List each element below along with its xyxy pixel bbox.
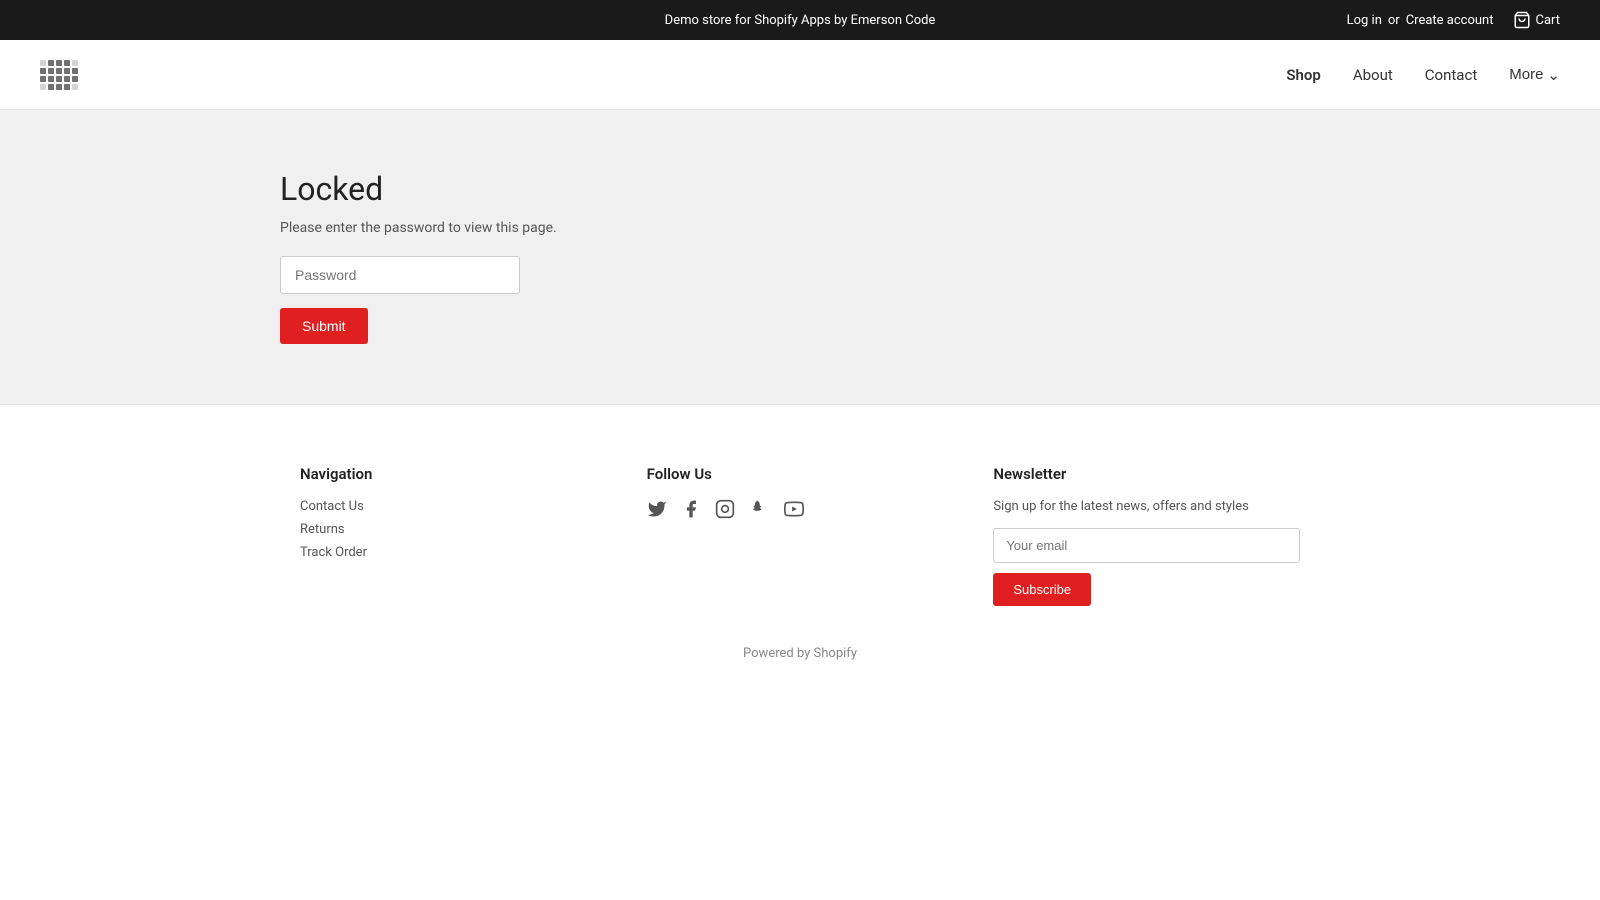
- main-nav: Shop About Contact More ⌄: [1286, 66, 1560, 84]
- youtube-social-link[interactable]: [783, 499, 805, 519]
- footer-bottom: Powered by Shopify: [40, 646, 1560, 661]
- chevron-down-icon: ⌄: [1547, 66, 1560, 84]
- footer-navigation: Navigation Contact Us Returns Track Orde…: [300, 465, 607, 606]
- password-input[interactable]: [280, 256, 520, 294]
- header: Shop About Contact More ⌄: [0, 40, 1600, 110]
- youtube-icon: [783, 499, 805, 519]
- main-content: Locked Please enter the password to view…: [0, 110, 1600, 404]
- social-icons: [647, 499, 954, 519]
- cart-icon: [1513, 11, 1531, 29]
- newsletter-email-input[interactable]: [993, 528, 1300, 563]
- announcement-bar: Demo store for Shopify Apps by Emerson C…: [0, 0, 1600, 40]
- nav-contact[interactable]: Contact: [1425, 66, 1477, 84]
- cart-label: Cart: [1535, 13, 1560, 28]
- snapchat-social-link[interactable]: [749, 499, 769, 519]
- footer-follow-title: Follow Us: [647, 465, 954, 483]
- footer-nav-title: Navigation: [300, 465, 607, 483]
- instagram-icon: [715, 499, 735, 519]
- locked-container: Locked Please enter the password to view…: [280, 170, 557, 344]
- announcement-text: Demo store for Shopify Apps by Emerson C…: [665, 13, 936, 28]
- facebook-social-link[interactable]: [681, 499, 701, 519]
- footer-grid: Navigation Contact Us Returns Track Orde…: [300, 465, 1300, 606]
- facebook-icon: [681, 499, 701, 519]
- logo: [40, 60, 78, 90]
- login-link[interactable]: Log in: [1347, 13, 1382, 28]
- footer-newsletter: Newsletter Sign up for the latest news, …: [993, 465, 1300, 606]
- locked-title: Locked: [280, 170, 557, 208]
- nav-more[interactable]: More ⌄: [1509, 66, 1560, 84]
- powered-by: Powered by Shopify: [743, 646, 857, 661]
- or-separator: or: [1388, 13, 1400, 28]
- twitter-social-link[interactable]: [647, 499, 667, 519]
- footer-nav-contact-us[interactable]: Contact Us: [300, 499, 607, 514]
- nav-about[interactable]: About: [1353, 66, 1393, 84]
- instagram-social-link[interactable]: [715, 499, 735, 519]
- nav-shop[interactable]: Shop: [1286, 66, 1320, 84]
- footer-nav-returns[interactable]: Returns: [300, 522, 607, 537]
- footer-nav-track-order[interactable]: Track Order: [300, 545, 607, 560]
- snapchat-icon: [749, 499, 769, 519]
- twitter-icon: [647, 499, 667, 519]
- cart-link[interactable]: Cart: [1513, 11, 1560, 29]
- create-account-link[interactable]: Create account: [1406, 13, 1494, 28]
- submit-button[interactable]: Submit: [280, 308, 368, 344]
- newsletter-description: Sign up for the latest news, offers and …: [993, 499, 1300, 514]
- subscribe-button[interactable]: Subscribe: [993, 573, 1091, 606]
- logo-link[interactable]: [40, 60, 78, 90]
- locked-description: Please enter the password to view this p…: [280, 220, 557, 236]
- footer-newsletter-title: Newsletter: [993, 465, 1300, 483]
- footer: Navigation Contact Us Returns Track Orde…: [0, 404, 1600, 701]
- footer-follow-us: Follow Us: [647, 465, 954, 606]
- announcement-right: Log in or Create account Cart: [1347, 11, 1560, 29]
